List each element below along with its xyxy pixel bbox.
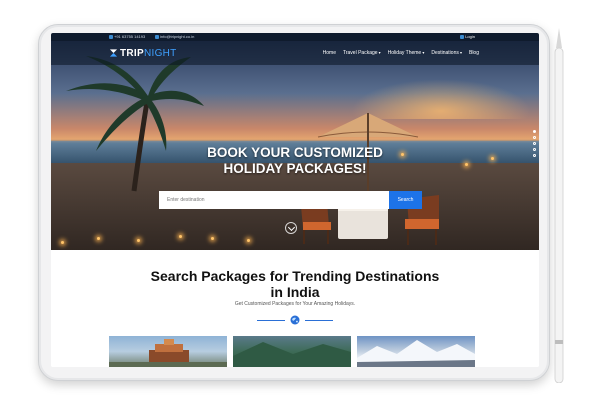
destination-search-input[interactable] [159,191,389,209]
section-title: Search Packages for Trending Destination… [131,268,459,300]
logo-text-trip: TRIP [120,47,144,59]
logo-mark-icon [109,49,118,57]
snow-mountain-image [357,340,475,367]
scroll-down-icon[interactable] [285,222,297,234]
palm-tree-image [66,56,204,192]
search-button[interactable]: Search [389,191,422,209]
divider-line [305,320,333,321]
slider-dot[interactable] [533,130,536,133]
email-contact[interactable]: info@tripnight.co.in [155,33,194,41]
nav-item-travel-package[interactable]: Travel Package [343,49,381,57]
destination-card[interactable] [357,336,475,367]
destination-search: Search [159,191,422,209]
slider-dot[interactable] [533,154,536,157]
section-subtitle: Get Customized Packages for Your Amazing… [234,301,356,307]
globe-icon [290,315,300,325]
section-divider [257,315,333,327]
user-icon [460,34,465,39]
beach-lamp [247,239,250,242]
beach-lamp [137,239,140,242]
email-address: info@tripnight.co.in [160,34,195,39]
phone-contact[interactable]: +91 63755 14193 [109,33,145,41]
divider-line [257,320,285,321]
hero-title-line1: BOOK YOUR CUSTOMIZED [207,145,383,160]
trending-destinations-section: Search Packages for Trending Destination… [51,250,539,367]
nav-item-home[interactable]: Home [323,49,336,57]
login-label: Login [465,34,475,39]
beach-lamp [211,237,214,240]
mountain-forest-image [233,342,351,367]
mail-icon [155,34,159,39]
main-navbar: TRIPNIGHT Home Travel Package Holiday Th… [51,41,539,65]
beach-lamp [97,237,100,240]
slider-dot[interactable] [533,148,536,151]
logo-text-night: NIGHT [143,47,177,59]
nav-item-blog[interactable]: Blog [469,49,479,57]
site-logo[interactable]: TRIP NIGHT [109,47,177,59]
destination-card[interactable] [233,336,351,367]
section-title-line1: Search Packages for Trending Destination… [150,268,440,284]
stylus-pencil-image [554,28,564,383]
top-info-bar: +91 63755 14193 info@tripnight.co.in Log… [51,33,539,41]
nav-item-destinations[interactable]: Destinations [431,49,462,57]
slider-dot[interactable] [533,136,536,139]
slider-dots [533,130,536,157]
section-title-line2: in India [270,284,320,300]
hero-title-line2: HOLIDAY PACKAGES! [223,161,367,176]
phone-icon [109,34,113,39]
destination-card[interactable] [109,336,227,367]
slider-dot[interactable] [533,142,536,145]
hero-banner: TRIPNIGHT Home Travel Package Holiday Th… [51,41,539,250]
beach-lamp [179,235,182,238]
screen: +91 63755 14193 info@tripnight.co.in Log… [51,33,539,367]
login-link[interactable]: Login [460,33,475,41]
beach-lamp [61,241,64,244]
phone-number: +91 63755 14193 [114,34,146,39]
nav-item-holiday-theme[interactable]: Holiday Theme [388,49,425,57]
nav-menu: Home Travel Package Holiday Theme Destin… [323,49,479,57]
palace-image [109,339,227,367]
hero-title: BOOK YOUR CUSTOMIZED HOLIDAY PACKAGES! [51,145,539,177]
